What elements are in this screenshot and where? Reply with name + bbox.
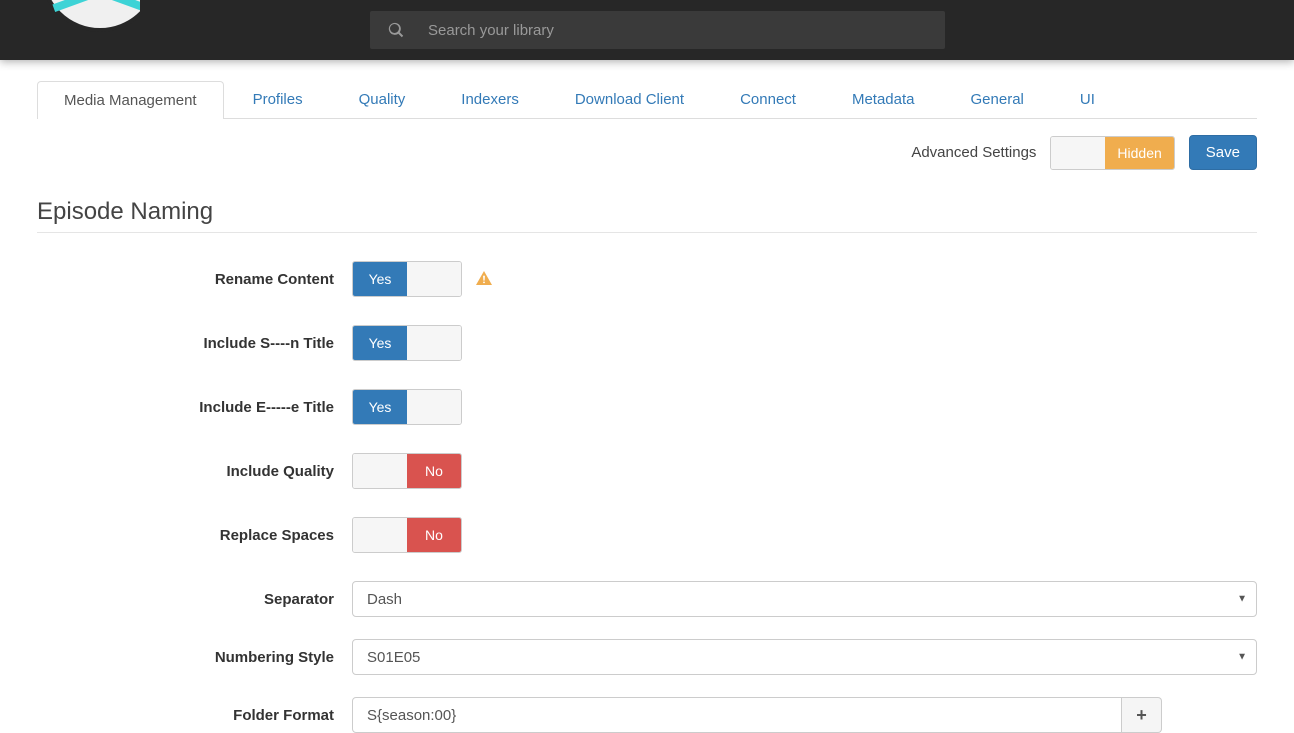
- label-separator: Separator: [37, 591, 352, 608]
- advanced-settings-label: Advanced Settings: [911, 144, 1036, 161]
- search-icon: [388, 22, 404, 38]
- row-rename-content: Rename Content Yes: [37, 261, 1257, 297]
- toggle-rename-content[interactable]: Yes: [352, 261, 462, 297]
- advanced-settings-toggle[interactable]: Hidden: [1050, 136, 1174, 170]
- select-numbering-style[interactable]: S01E05: [352, 639, 1257, 675]
- toggle-include-quality-value: No: [407, 454, 461, 488]
- search-input[interactable]: [428, 22, 927, 39]
- row-include-sn-title: Include S----n Title Yes: [37, 325, 1257, 361]
- toggle-include-ep-title[interactable]: Yes: [352, 389, 462, 425]
- label-include-ep-title: Include E-----e Title: [37, 399, 352, 416]
- toggle-replace-spaces[interactable]: No: [352, 517, 462, 553]
- save-button[interactable]: Save: [1189, 135, 1257, 170]
- tab-connect[interactable]: Connect: [713, 80, 823, 118]
- label-rename-content: Rename Content: [37, 271, 352, 288]
- plus-icon: +: [1136, 705, 1147, 726]
- toggle-include-sn-title[interactable]: Yes: [352, 325, 462, 361]
- row-folder-format: Folder Format +: [37, 697, 1257, 733]
- advanced-toggle-shown-seg: [1051, 137, 1105, 169]
- tab-media-management[interactable]: Media Management: [37, 81, 224, 119]
- row-separator: Separator Dash ▼: [37, 581, 1257, 617]
- row-numbering-style: Numbering Style S01E05 ▼: [37, 639, 1257, 675]
- toggle-include-ep-title-value: Yes: [353, 390, 407, 424]
- label-include-sn-title: Include S----n Title: [37, 335, 352, 352]
- tab-metadata[interactable]: Metadata: [825, 80, 942, 118]
- tab-indexers[interactable]: Indexers: [434, 80, 546, 118]
- input-folder-format[interactable]: [352, 697, 1122, 733]
- toggle-rename-content-value: Yes: [353, 262, 407, 296]
- app-logo: [20, 0, 140, 60]
- label-folder-format: Folder Format: [37, 707, 352, 724]
- row-replace-spaces: Replace Spaces No: [37, 517, 1257, 553]
- toggle-replace-spaces-value: No: [407, 518, 461, 552]
- label-include-quality: Include Quality: [37, 463, 352, 480]
- toggle-include-quality[interactable]: No: [352, 453, 462, 489]
- row-include-ep-title: Include E-----e Title Yes: [37, 389, 1257, 425]
- tab-quality[interactable]: Quality: [332, 80, 433, 118]
- settings-actions-row: Advanced Settings Hidden Save: [37, 135, 1257, 170]
- warning-icon: [476, 270, 492, 289]
- tab-general[interactable]: General: [944, 80, 1051, 118]
- advanced-toggle-hidden-seg: Hidden: [1105, 137, 1173, 169]
- section-title-episode-naming: Episode Naming: [37, 198, 1257, 233]
- label-numbering-style: Numbering Style: [37, 649, 352, 666]
- row-include-quality: Include Quality No: [37, 453, 1257, 489]
- top-bar: [0, 0, 1294, 60]
- tab-download-client[interactable]: Download Client: [548, 80, 711, 118]
- search-box[interactable]: [370, 11, 945, 49]
- settings-tabs: Media Management Profiles Quality Indexe…: [37, 80, 1257, 119]
- tab-profiles[interactable]: Profiles: [226, 80, 330, 118]
- folder-format-add-button[interactable]: +: [1122, 697, 1162, 733]
- label-replace-spaces: Replace Spaces: [37, 527, 352, 544]
- select-separator[interactable]: Dash: [352, 581, 1257, 617]
- toggle-include-sn-title-value: Yes: [353, 326, 407, 360]
- tab-ui[interactable]: UI: [1053, 80, 1122, 118]
